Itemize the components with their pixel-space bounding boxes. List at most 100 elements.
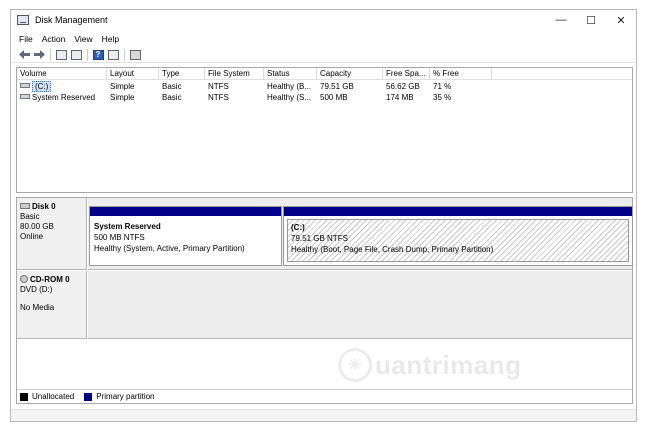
cdrom-0-info[interactable]: CD-ROM 0 DVD (D:) No Media: [17, 271, 87, 339]
partition-details: System Reserved 500 MB NTFS Healthy (Sys…: [91, 219, 280, 262]
status-bar: [11, 409, 636, 421]
column-header-layout[interactable]: Layout: [107, 68, 159, 80]
menu-bar: File Action View Help: [11, 32, 128, 46]
disk-0-state: Online: [20, 232, 44, 241]
show-hide-console-tree-button[interactable]: [55, 49, 67, 61]
volume-name: (C:): [32, 81, 52, 92]
partition-status: Healthy (Boot, Page File, Crash Dump, Pr…: [291, 245, 494, 254]
file-system-cell: NTFS: [208, 82, 229, 91]
file-system-cell: NTFS: [208, 93, 229, 102]
help-icon: ?: [92, 49, 104, 60]
column-header-type[interactable]: Type: [159, 68, 205, 80]
toolbar-separator: [50, 48, 51, 61]
show-hide-action-pane-button[interactable]: [107, 49, 119, 61]
column-header-capacity[interactable]: Capacity: [317, 68, 383, 80]
disk-0-name: Disk 0: [32, 202, 56, 211]
window-controls: — ☐ ✕: [546, 10, 636, 30]
volume-row-c[interactable]: (C:) Simple Basic NTFS Healthy (B... 79.…: [17, 81, 632, 92]
action-pane-icon: [107, 49, 119, 60]
percent-free-cell: 35 %: [433, 93, 452, 102]
forward-button[interactable]: [33, 49, 45, 61]
legend: Unallocated Primary partition: [17, 389, 632, 403]
disk-0-size: 80.00 GB: [20, 222, 54, 231]
capacity-cell: 79.51 GB: [320, 82, 354, 91]
column-header-percent-free[interactable]: % Free: [430, 68, 492, 80]
disk-0-title: Disk 0: [20, 202, 83, 212]
toolbar: ?: [11, 47, 636, 63]
type-cell: Basic: [162, 82, 182, 91]
minimize-icon: —: [555, 14, 567, 26]
partition-details-selected: (C:) 79.51 GB NTFS Healthy (Boot, Page F…: [287, 219, 629, 262]
column-header-file-system[interactable]: File System: [205, 68, 264, 80]
menu-action[interactable]: Action: [42, 34, 66, 44]
partition-c[interactable]: (C:) 79.51 GB NTFS Healthy (Boot, Page F…: [283, 206, 633, 266]
partition-system-reserved[interactable]: System Reserved 500 MB NTFS Healthy (Sys…: [89, 206, 282, 266]
legend-unallocated: Unallocated: [32, 392, 75, 401]
primary-partition-bar: [90, 207, 281, 216]
column-header-volume[interactable]: Volume: [17, 68, 107, 80]
help-button[interactable]: ?: [92, 49, 104, 61]
primary-partition-swatch: [84, 392, 93, 401]
rescan-icon: [129, 49, 141, 60]
cdrom-0-title: CD-ROM 0: [20, 274, 83, 285]
partition-name: System Reserved: [94, 222, 161, 231]
maximize-icon: ☐: [586, 14, 596, 27]
layout-cell: Simple: [110, 93, 135, 102]
volume-cell: (C:): [17, 81, 107, 92]
console-tree-icon: [55, 49, 67, 60]
back-button[interactable]: [18, 49, 30, 61]
watermark-logo-icon: ✳: [338, 348, 372, 382]
rescan-disks-button[interactable]: [129, 49, 141, 61]
menu-file[interactable]: File: [19, 34, 33, 44]
disk-map: Disk 0 Basic 80.00 GB Online System Rese…: [16, 197, 633, 404]
volume-drive-icon: [20, 94, 30, 100]
column-header-free-space[interactable]: Free Spa...: [383, 68, 430, 80]
partition-name: (C:): [291, 223, 305, 232]
menu-help[interactable]: Help: [102, 34, 119, 44]
volume-list: Volume Layout Type File System Status Ca…: [16, 67, 633, 193]
percent-free-cell: 71 %: [433, 82, 452, 91]
primary-partition-bar: [284, 207, 632, 216]
disk-0-kind: Basic: [20, 212, 40, 221]
disk-management-app-icon: [17, 15, 29, 25]
arrow-right-icon: [33, 50, 45, 59]
hard-disk-icon: [20, 202, 30, 209]
cdrom-0-name: CD-ROM 0: [30, 275, 70, 284]
title-bar[interactable]: Disk Management — ☐ ✕: [11, 10, 636, 30]
close-button[interactable]: ✕: [606, 10, 636, 30]
free-space-cell: 174 MB: [386, 93, 414, 102]
disk-0-partitions-area: System Reserved 500 MB NTFS Healthy (Sys…: [88, 198, 633, 270]
status-cell: Healthy (B...: [267, 82, 312, 91]
cdrom-0-kind: DVD (D:): [20, 285, 53, 294]
partition-size: 500 MB NTFS: [94, 233, 145, 242]
legend-primary-partition: Primary partition: [96, 392, 155, 401]
cdrom-0-state: No Media: [20, 303, 55, 312]
cdrom-0-area: [88, 271, 632, 339]
volume-row-system-reserved[interactable]: System Reserved Simple Basic NTFS Health…: [17, 92, 632, 103]
status-cell: Healthy (S...: [267, 93, 312, 102]
minimize-button[interactable]: —: [546, 10, 576, 30]
disk-0-info[interactable]: Disk 0 Basic 80.00 GB Online: [17, 198, 87, 270]
menu-view[interactable]: View: [74, 34, 92, 44]
window-title: Disk Management: [35, 15, 108, 25]
layout-cell: Simple: [110, 82, 135, 91]
cd-rom-icon: [20, 274, 28, 283]
volume-cell: System Reserved: [17, 92, 107, 103]
volume-drive-icon: [20, 83, 30, 89]
properties-icon: [70, 49, 82, 60]
toolbar-separator: [87, 48, 88, 61]
column-header-status[interactable]: Status: [264, 68, 317, 80]
close-icon: ✕: [616, 14, 626, 27]
partition-size: 79.51 GB NTFS: [291, 234, 348, 243]
type-cell: Basic: [162, 93, 182, 102]
capacity-cell: 500 MB: [320, 93, 348, 102]
disk-management-window: Disk Management — ☐ ✕ File Action View H…: [10, 9, 637, 422]
toolbar-separator: [124, 48, 125, 61]
maximize-button[interactable]: ☐: [576, 10, 606, 30]
watermark-text: uantrimang: [375, 349, 522, 380]
properties-button[interactable]: [70, 49, 82, 61]
free-space-cell: 56.62 GB: [386, 82, 420, 91]
partition-status: Healthy (System, Active, Primary Partiti…: [94, 244, 245, 253]
watermark: ✳ uantrimang: [338, 348, 522, 382]
